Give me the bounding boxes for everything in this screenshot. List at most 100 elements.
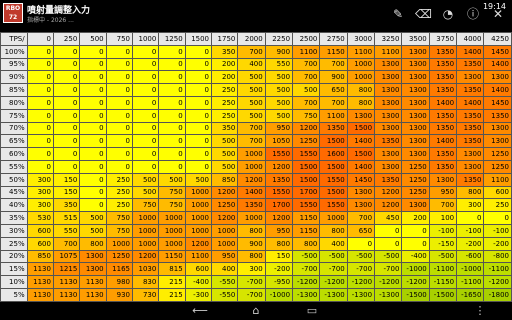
map-cell[interactable]: 1500	[319, 134, 348, 149]
map-cell[interactable]: 500	[292, 83, 321, 97]
map-cell[interactable]: 1250	[401, 185, 430, 200]
map-cell[interactable]: 1130	[52, 287, 81, 302]
map-cell[interactable]: 750	[158, 198, 186, 213]
map-cell[interactable]: 700	[319, 95, 348, 110]
map-cell[interactable]: 700	[428, 198, 458, 213]
map-cell[interactable]: 0	[131, 44, 160, 59]
map-cell[interactable]: -1300	[319, 287, 348, 302]
map-cell[interactable]: 1200	[374, 198, 403, 213]
map-cell[interactable]: 600	[26, 236, 54, 251]
map-cell[interactable]: -1000	[264, 287, 294, 302]
map-cell[interactable]: 0	[184, 83, 213, 97]
map-cell[interactable]: 1000	[237, 159, 266, 174]
map-cell[interactable]: 1350	[428, 70, 458, 85]
map-cell[interactable]: 0	[52, 57, 81, 72]
map-cell[interactable]: 0	[26, 108, 54, 123]
map-cell[interactable]: 700	[292, 95, 321, 110]
map-cell[interactable]: -550	[211, 287, 239, 302]
map-cell[interactable]: 0	[52, 134, 81, 149]
map-cell[interactable]: -150	[428, 236, 458, 251]
map-cell[interactable]: -550	[211, 275, 239, 289]
map-cell[interactable]: 0	[105, 134, 133, 149]
map-cell[interactable]: 1200	[211, 185, 239, 200]
map-cell[interactable]: 1400	[346, 159, 376, 174]
map-cell[interactable]: 1130	[26, 275, 54, 289]
map-cell[interactable]: 0	[158, 44, 186, 59]
app-icon[interactable]: RBO 72	[3, 3, 23, 23]
map-cell[interactable]: 1400	[456, 44, 485, 59]
map-cell[interactable]: -600	[456, 249, 485, 264]
map-cell[interactable]: 600	[26, 223, 54, 238]
map-cell[interactable]: 1250	[105, 249, 133, 264]
map-cell[interactable]: 0	[79, 198, 107, 213]
map-cell[interactable]: 1250	[483, 159, 512, 174]
map-cell[interactable]: 500	[158, 172, 186, 187]
map-cell[interactable]: -1100	[456, 275, 485, 289]
map-cell[interactable]: 1450	[483, 44, 512, 59]
map-cell[interactable]: 1000	[158, 211, 186, 225]
map-cell[interactable]: 700	[346, 211, 376, 225]
map-cell[interactable]: 700	[237, 134, 266, 149]
map-cell[interactable]: 1000	[184, 198, 213, 213]
map-cell[interactable]: 1300	[401, 108, 430, 123]
map-cell[interactable]: -1300	[374, 287, 403, 302]
eraser-icon[interactable]: ⌫	[415, 6, 432, 22]
map-cell[interactable]: 0	[131, 159, 160, 174]
map-cell[interactable]: 0	[52, 147, 81, 161]
map-cell[interactable]: 0	[184, 57, 213, 72]
map-cell[interactable]: 300	[26, 198, 54, 213]
map-cell[interactable]: 1150	[292, 211, 321, 225]
map-cell[interactable]: -400	[184, 275, 213, 289]
map-cell[interactable]: 1165	[105, 262, 133, 277]
map-cell[interactable]: 0	[26, 134, 54, 149]
map-cell[interactable]: -1800	[483, 287, 512, 302]
map-cell[interactable]: 0	[374, 223, 403, 238]
map-cell[interactable]: 1000	[346, 70, 376, 85]
map-cell[interactable]: 0	[483, 211, 512, 225]
map-cell[interactable]: 300	[26, 172, 54, 187]
map-cell[interactable]: 950	[428, 185, 458, 200]
map-cell[interactable]: 0	[52, 70, 81, 85]
map-cell[interactable]: 0	[158, 108, 186, 123]
map-cell[interactable]: 1150	[158, 249, 186, 264]
map-cell[interactable]: 1350	[428, 44, 458, 59]
map-cell[interactable]: -1500	[428, 287, 458, 302]
map-cell[interactable]: 500	[79, 211, 107, 225]
map-cell[interactable]: 0	[105, 83, 133, 97]
map-cell[interactable]: 1300	[456, 147, 485, 161]
map-cell[interactable]: 1500	[319, 185, 348, 200]
map-cell[interactable]: 0	[184, 95, 213, 110]
map-cell[interactable]: 0	[184, 44, 213, 59]
map-cell[interactable]: 0	[184, 134, 213, 149]
map-cell[interactable]: 1250	[211, 198, 239, 213]
map-cell[interactable]: 150	[264, 249, 294, 264]
map-cell[interactable]: 0	[158, 95, 186, 110]
map-cell[interactable]: 0	[26, 83, 54, 97]
map-cell[interactable]: 1550	[264, 185, 294, 200]
map-cell[interactable]: 1350	[428, 83, 458, 97]
map-cell[interactable]: 0	[26, 121, 54, 136]
map-cell[interactable]: 1000	[158, 236, 186, 251]
map-cell[interactable]: -1300	[292, 287, 321, 302]
map-cell[interactable]: 800	[456, 185, 485, 200]
map-cell[interactable]: 800	[264, 236, 294, 251]
map-cell[interactable]: 1200	[131, 249, 160, 264]
map-cell[interactable]: 0	[105, 147, 133, 161]
map-cell[interactable]: 830	[131, 275, 160, 289]
map-cell[interactable]: 1200	[184, 236, 213, 251]
map-cell[interactable]: -500	[319, 249, 348, 264]
map-cell[interactable]: 1200	[264, 211, 294, 225]
map-cell[interactable]: 400	[237, 57, 266, 72]
map-cell[interactable]: 1250	[483, 147, 512, 161]
map-cell[interactable]: 200	[211, 57, 239, 72]
map-cell[interactable]: 1500	[319, 159, 348, 174]
map-cell[interactable]: 250	[105, 172, 133, 187]
map-cell[interactable]: -700	[237, 287, 266, 302]
map-cell[interactable]: 1500	[346, 121, 376, 136]
map-cell[interactable]: 500	[264, 70, 294, 85]
map-cell[interactable]: 1200	[264, 159, 294, 174]
map-cell[interactable]: 1150	[319, 44, 348, 59]
map-cell[interactable]: 500	[237, 83, 266, 97]
map-cell[interactable]: 0	[79, 57, 107, 72]
map-cell[interactable]: 1130	[79, 287, 107, 302]
